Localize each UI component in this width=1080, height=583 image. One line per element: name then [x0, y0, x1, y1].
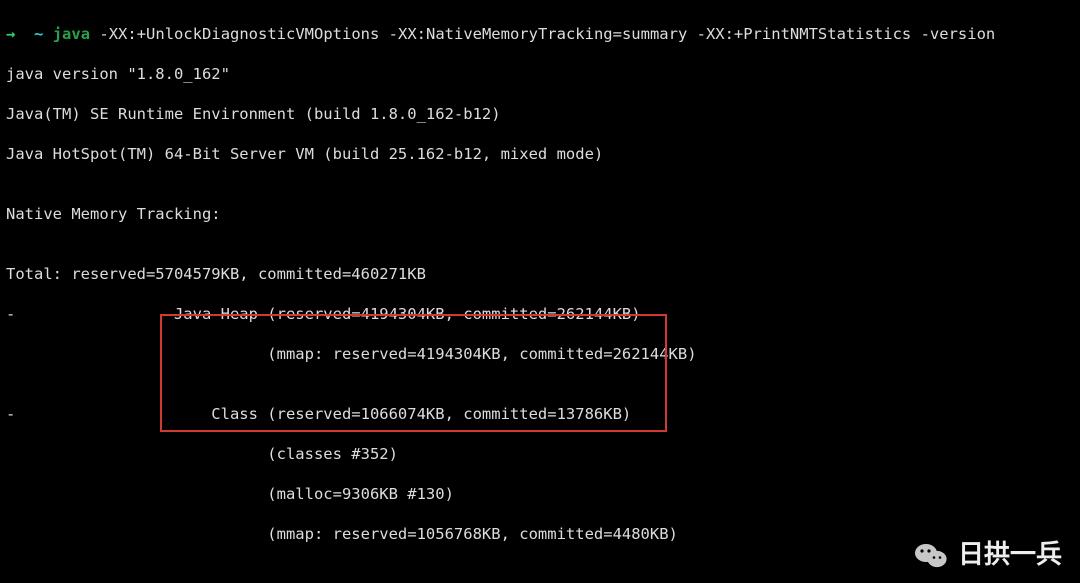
watermark-text: 日拱一兵 [958, 545, 1062, 565]
nmt-class-2: (classes #352) [6, 444, 1074, 464]
nmt-total: Total: reserved=5704579KB, committed=460… [6, 264, 1074, 284]
jre-line: Java(TM) SE Runtime Environment (build 1… [6, 104, 1074, 124]
prompt-line[interactable]: → ~ java -XX:+UnlockDiagnosticVMOptions … [6, 24, 1074, 44]
nmt-heap-2: (mmap: reserved=4194304KB, committed=262… [6, 344, 1074, 364]
java-version-line: java version "1.8.0_162" [6, 64, 1074, 84]
command-name: java [53, 25, 90, 43]
terminal-output: → ~ java -XX:+UnlockDiagnosticVMOptions … [0, 0, 1080, 583]
command-args: -XX:+UnlockDiagnosticVMOptions -XX:Nativ… [99, 25, 995, 43]
nmt-heap-1: - Java Heap (reserved=4194304KB, committ… [6, 304, 1074, 324]
nmt-class-3: (malloc=9306KB #130) [6, 484, 1074, 504]
wechat-icon [914, 541, 948, 569]
nmt-header: Native Memory Tracking: [6, 204, 1074, 224]
prompt-arrow-icon: → [6, 25, 15, 43]
nmt-class-1: - Class (reserved=1066074KB, committed=1… [6, 404, 1074, 424]
watermark: 日拱一兵 [914, 541, 1062, 569]
jvm-line: Java HotSpot(TM) 64-Bit Server VM (build… [6, 144, 1074, 164]
prompt-cwd: ~ [34, 25, 43, 43]
